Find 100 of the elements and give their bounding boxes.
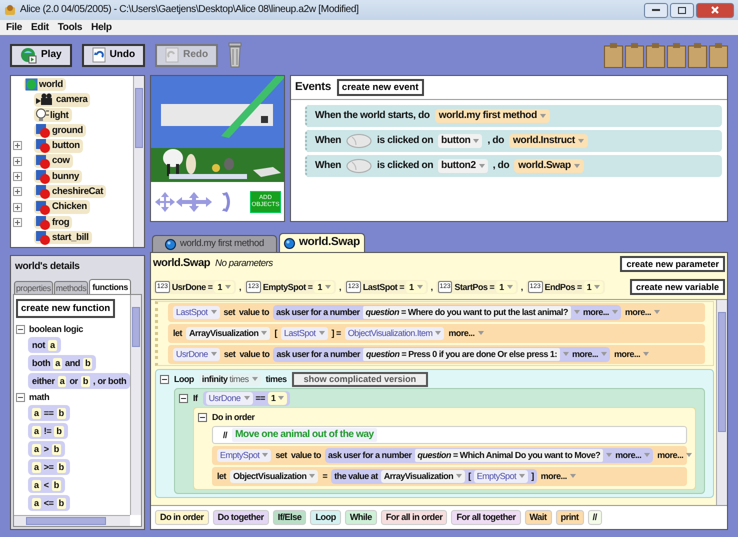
clipboard-icon[interactable] xyxy=(646,42,665,68)
variable-tile[interactable]: EmptySpot xyxy=(474,470,528,483)
expand-icon[interactable] xyxy=(13,172,22,181)
more-dropdown[interactable]: more... xyxy=(582,307,618,318)
caret-icon[interactable] xyxy=(435,331,442,336)
caret-icon[interactable] xyxy=(563,352,570,356)
caret-icon[interactable] xyxy=(309,474,316,478)
menu-item[interactable]: Help xyxy=(91,22,112,34)
show-complicated-button[interactable]: show complicated version xyxy=(292,372,428,387)
function-tile[interactable]: both a and b xyxy=(28,355,96,372)
method-tab[interactable]: world.Swap xyxy=(278,233,365,252)
caret-icon[interactable] xyxy=(416,284,423,289)
expand-icon[interactable] xyxy=(13,187,22,196)
caret-icon[interactable] xyxy=(324,284,331,289)
value-dropdown[interactable]: 1 xyxy=(584,280,604,294)
more-dropdown[interactable]: more... xyxy=(624,307,660,318)
function-tile[interactable]: not a xyxy=(28,337,61,354)
tab[interactable]: functions xyxy=(89,278,131,294)
caret-icon[interactable] xyxy=(261,331,268,336)
caret-icon[interactable] xyxy=(612,310,618,314)
caret-icon[interactable] xyxy=(478,164,485,168)
caret-icon[interactable] xyxy=(606,453,612,458)
caret-icon[interactable] xyxy=(540,114,546,118)
argument-text[interactable]: question = Which Animal Do you want to Move? xyxy=(414,449,604,462)
caret-icon[interactable] xyxy=(578,139,584,144)
menu-item[interactable]: Edit xyxy=(31,22,49,34)
collapse-icon[interactable] xyxy=(16,392,25,402)
scrollbar[interactable] xyxy=(716,300,727,505)
trash-icon[interactable] xyxy=(228,42,242,68)
caret-icon[interactable] xyxy=(244,396,250,400)
argument-text[interactable]: question = Press 0 if you are done Or else press 1: xyxy=(363,348,560,361)
function-tile[interactable]: a == b xyxy=(28,405,70,422)
tree-item[interactable]: world xyxy=(24,78,66,92)
maximize-button[interactable] xyxy=(670,2,694,18)
dropdown[interactable]: ArrayVisualization xyxy=(186,327,270,340)
expand-icon[interactable] xyxy=(13,218,22,227)
palette-tile[interactable]: For all together xyxy=(451,510,521,525)
caret-icon[interactable] xyxy=(456,474,462,478)
clipboard-icon[interactable] xyxy=(709,42,728,68)
more-dropdown[interactable]: more... xyxy=(657,450,692,461)
caret-icon[interactable] xyxy=(594,284,600,289)
collapse-icon[interactable] xyxy=(160,375,169,384)
create-variable-button[interactable]: create new variable xyxy=(630,278,725,296)
value-dropdown[interactable]: 1 xyxy=(214,280,234,294)
tree-item[interactable]: frog xyxy=(34,216,72,230)
caret-icon[interactable] xyxy=(210,352,217,356)
caret-icon[interactable] xyxy=(570,474,576,478)
tree-item[interactable]: light xyxy=(34,108,72,122)
caret-icon[interactable] xyxy=(643,352,650,356)
palette-tile[interactable]: If/Else xyxy=(272,510,306,525)
create-event-button[interactable]: create new event xyxy=(336,79,424,96)
variable-tile[interactable]: LastSpot xyxy=(173,306,220,319)
tree-item[interactable]: button xyxy=(34,139,83,153)
variable-tile[interactable]: UsrDone xyxy=(206,392,252,405)
variable-tile[interactable]: ObjectVisualization.Item xyxy=(344,327,444,340)
palette-tile[interactable]: Do together xyxy=(212,510,269,525)
create-parameter-button[interactable]: create new parameter xyxy=(620,256,725,272)
caret-icon[interactable] xyxy=(224,284,231,289)
more-dropdown[interactable]: more... xyxy=(572,349,608,360)
clipboard-icon[interactable] xyxy=(625,42,644,68)
caret-icon[interactable] xyxy=(574,310,580,314)
variable-tile[interactable]: UsrDone xyxy=(173,348,220,361)
create-function-button[interactable]: create new function xyxy=(16,299,116,318)
palette-tile[interactable]: For all in order xyxy=(380,510,448,525)
caret-icon[interactable] xyxy=(601,352,608,356)
palette-tile[interactable]: While xyxy=(344,510,377,525)
tree-item[interactable]: camera xyxy=(34,93,90,107)
undo-button[interactable]: Undo xyxy=(82,44,146,66)
tree-item[interactable]: bunny xyxy=(34,170,82,184)
palette-tile[interactable]: Do in order xyxy=(155,510,209,525)
menu-item[interactable]: Tools xyxy=(58,22,82,34)
function-tile[interactable]: a < b xyxy=(28,477,65,494)
tab[interactable]: properties xyxy=(14,280,53,294)
variable-tile[interactable]: EmptySpot xyxy=(217,449,272,462)
count-dropdown[interactable]: infinity times xyxy=(198,373,261,386)
palette-tile[interactable]: print xyxy=(556,510,584,525)
caret-icon[interactable] xyxy=(574,164,580,168)
variable-tile[interactable]: LastSpot xyxy=(281,327,328,340)
dropdown[interactable]: ArrayVisualization xyxy=(380,470,466,483)
more-dropdown[interactable]: more... xyxy=(614,349,650,360)
method-tile[interactable]: world.my first method xyxy=(434,109,550,124)
scrollbar[interactable] xyxy=(130,295,141,515)
caret-icon[interactable] xyxy=(318,331,325,336)
method-tile[interactable]: world.Instruct xyxy=(509,134,588,148)
function-tile[interactable]: a != b xyxy=(28,423,68,440)
palette-tile[interactable]: Loop xyxy=(310,510,341,525)
caret-icon[interactable] xyxy=(473,139,480,144)
value-dropdown[interactable]: 1 xyxy=(268,392,288,405)
method-tile[interactable]: world.Swap xyxy=(514,159,584,174)
dropdown[interactable]: ObjectVisualization xyxy=(230,470,318,483)
scrollbar[interactable] xyxy=(14,515,130,526)
dropdown[interactable]: button2 xyxy=(438,159,488,174)
caret-icon[interactable] xyxy=(654,310,660,314)
caret-icon[interactable] xyxy=(686,453,692,458)
tree-item[interactable]: cow xyxy=(34,154,73,168)
method-tab[interactable]: world.my first method xyxy=(152,235,277,252)
caret-icon[interactable] xyxy=(210,310,217,314)
palette-tile[interactable]: // xyxy=(588,510,602,525)
scrollbar[interactable] xyxy=(133,76,144,247)
caret-icon[interactable] xyxy=(644,453,650,458)
